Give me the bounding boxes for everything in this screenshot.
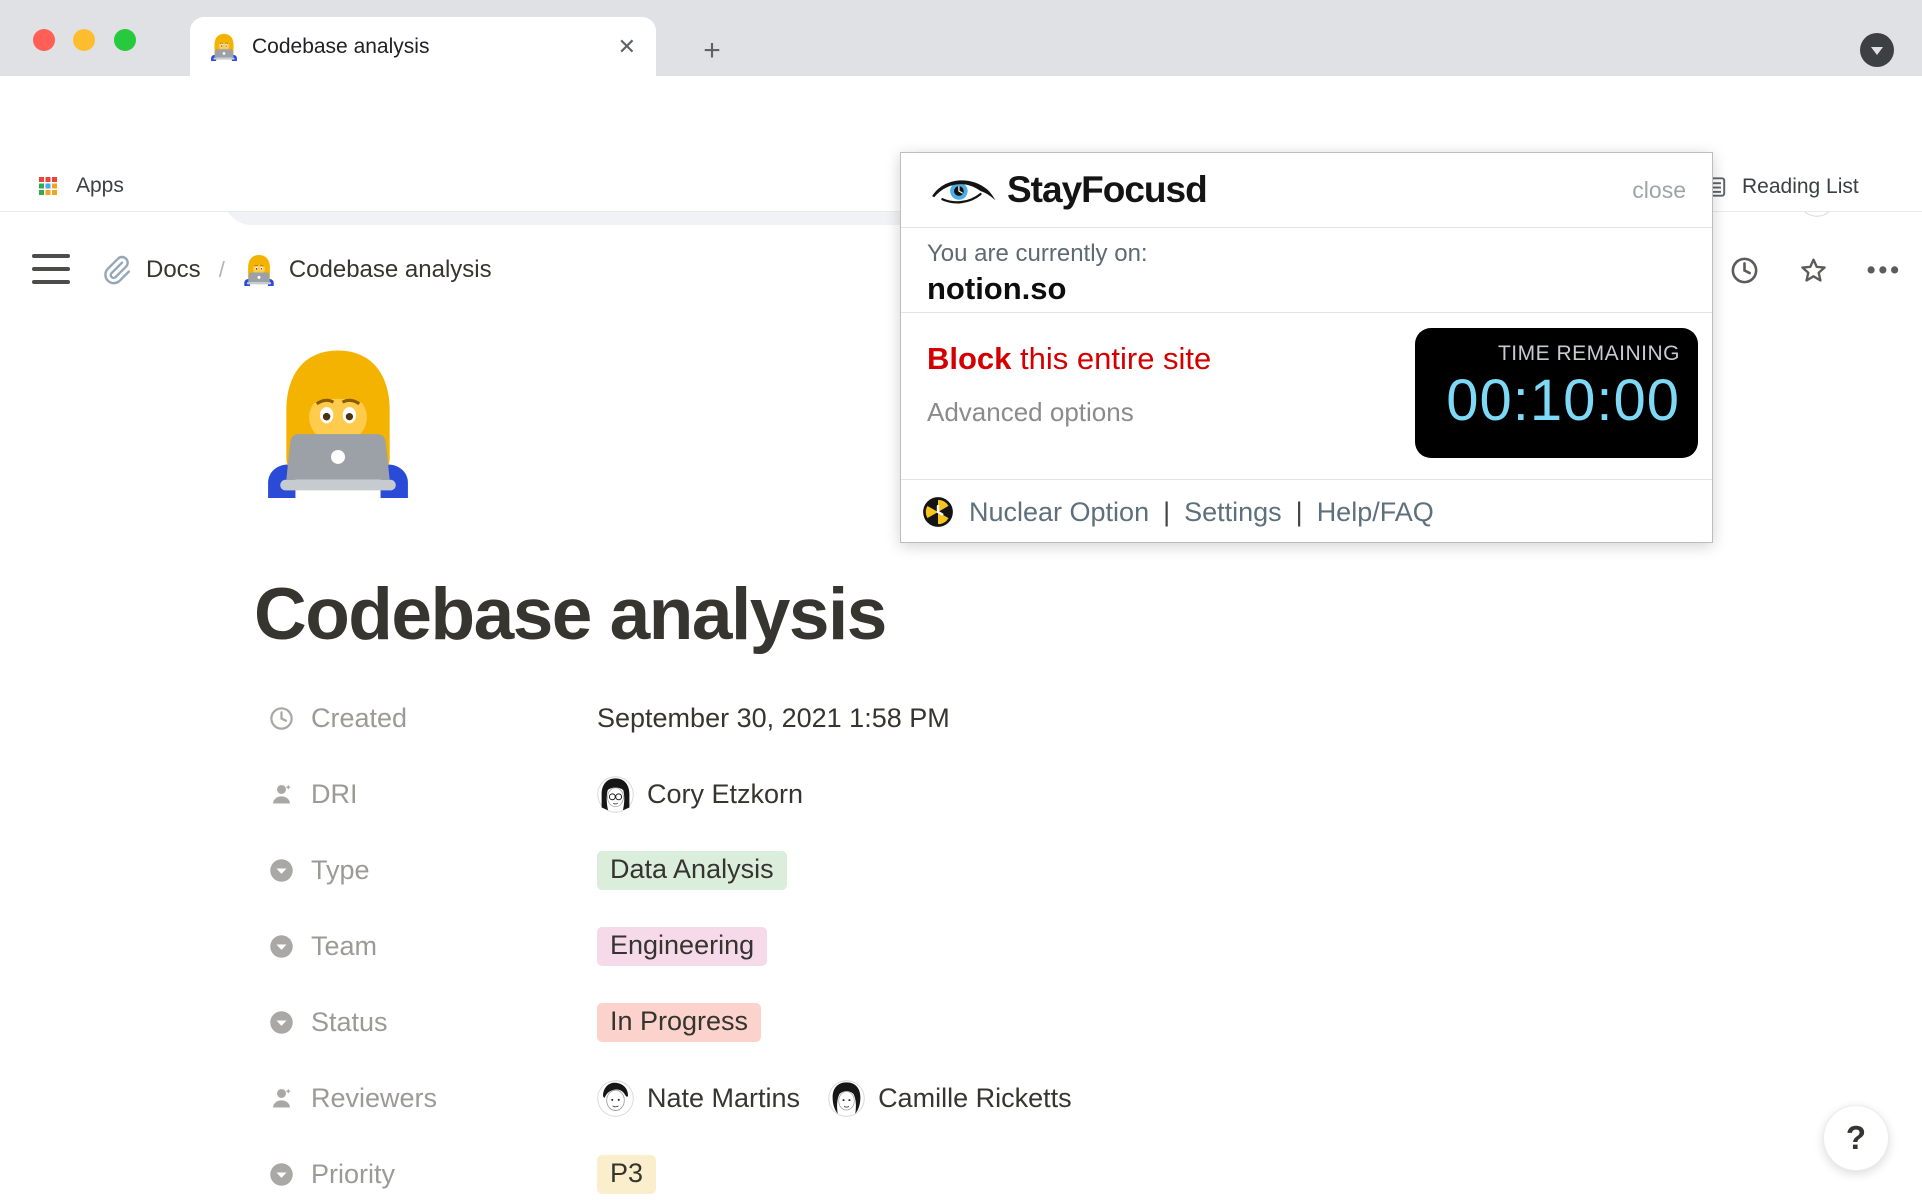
property-row-status[interactable]: Status In Progress (268, 984, 1568, 1060)
property-label[interactable]: Type (311, 855, 591, 886)
property-row-reviewers[interactable]: Reviewers Nate Martins Camille Ricketts (268, 1060, 1568, 1136)
time-remaining-box: TIME REMAINING 00:10:00 (1415, 328, 1698, 458)
person-icon (268, 781, 295, 808)
property-label[interactable]: Priority (311, 1159, 591, 1190)
traffic-light-zoom[interactable] (114, 29, 136, 51)
property-row-dri[interactable]: DRI Cory Etzkorn (268, 756, 1568, 832)
clock-icon (268, 705, 295, 732)
help-faq-link[interactable]: Help/FAQ (1317, 497, 1434, 528)
traffic-light-close[interactable] (33, 29, 55, 51)
reading-list-button[interactable]: Reading List (1702, 174, 1859, 200)
more-options-icon[interactable]: ••• (1867, 256, 1902, 285)
block-rest: this entire site (1011, 341, 1211, 376)
footer-separator: | (1163, 497, 1170, 528)
avatar-camille (828, 1080, 865, 1117)
person-name: Camille Ricketts (878, 1083, 1072, 1114)
tab-favicon-woman-technologist-icon (210, 33, 238, 61)
tab-strip: Codebase analysis ✕ + (0, 0, 1922, 76)
current-site: notion.so (927, 271, 1686, 307)
browser-window: Codebase analysis ✕ + notion.so/camacme/… (0, 0, 1922, 1204)
property-value-status[interactable]: In Progress (597, 1003, 761, 1042)
currently-on-label: You are currently on: (927, 240, 1686, 268)
nuclear-option-icon (921, 495, 955, 529)
property-value-type[interactable]: Data Analysis (597, 851, 787, 890)
time-remaining-value: 00:10:00 (1415, 366, 1680, 436)
select-icon (268, 1009, 295, 1036)
property-label[interactable]: Reviewers (311, 1083, 591, 1114)
property-value-created[interactable]: September 30, 2021 1:58 PM (597, 703, 950, 734)
property-row-team[interactable]: Team Engineering (268, 908, 1568, 984)
breadcrumb-page[interactable]: Codebase analysis (289, 256, 492, 284)
property-value-team[interactable]: Engineering (597, 927, 767, 966)
person-name: Nate Martins (647, 1083, 800, 1114)
new-tab-button[interactable]: + (694, 33, 730, 69)
popup-block-section: Block this entire site Advanced options … (901, 313, 1712, 479)
popup-site-section: You are currently on: notion.so (901, 228, 1712, 312)
block-word: Block (927, 341, 1011, 376)
property-row-created[interactable]: Created September 30, 2021 1:58 PM (268, 680, 1568, 756)
property-value-priority[interactable]: P3 (597, 1155, 656, 1194)
settings-link[interactable]: Settings (1184, 497, 1282, 528)
property-label[interactable]: Created (311, 703, 591, 734)
traffic-light-minimize[interactable] (73, 29, 95, 51)
tab-close-icon[interactable]: ✕ (618, 34, 636, 60)
footer-separator: | (1296, 497, 1303, 528)
person-name: Cory Etzkorn (647, 779, 803, 810)
property-row-priority[interactable]: Priority P3 (268, 1136, 1568, 1204)
select-icon (268, 933, 295, 960)
woman-technologist-icon (243, 254, 275, 286)
select-icon (268, 857, 295, 884)
page-emoji-woman-technologist-icon[interactable] (262, 338, 414, 506)
stayfocusd-popup: StayFocusd close You are currently on: n… (900, 152, 1713, 543)
time-remaining-label: TIME REMAINING (1415, 342, 1680, 366)
avatar-nate (597, 1080, 634, 1117)
breadcrumb-docs[interactable]: Docs (146, 256, 201, 284)
notion-topbar-actions: ••• (1729, 233, 1902, 307)
history-clock-icon[interactable] (1729, 255, 1760, 286)
page-title[interactable]: Codebase analysis (254, 566, 1354, 664)
property-value-reviewers[interactable]: Nate Martins Camille Ricketts (597, 1080, 1100, 1117)
property-label[interactable]: Team (311, 931, 591, 962)
person-icon (268, 1085, 295, 1112)
help-button[interactable]: ? (1823, 1105, 1889, 1171)
popup-header: StayFocusd close (901, 153, 1712, 227)
tag-engineering[interactable]: Engineering (597, 927, 767, 966)
person-chip[interactable]: Camille Ricketts (828, 1080, 1072, 1117)
stayfocusd-eye-logo-icon (927, 167, 999, 213)
tag-p3[interactable]: P3 (597, 1155, 656, 1194)
property-label[interactable]: DRI (311, 779, 591, 810)
property-label[interactable]: Status (311, 1007, 591, 1038)
person-chip[interactable]: Cory Etzkorn (597, 776, 803, 813)
tab-title: Codebase analysis (252, 35, 618, 59)
reading-list-label: Reading List (1742, 175, 1859, 199)
breadcrumb-separator: / (219, 257, 225, 283)
chevron-down-icon (1865, 38, 1889, 62)
apps-label: Apps (76, 174, 124, 198)
tab-search-button[interactable] (1860, 33, 1894, 67)
select-icon (268, 1161, 295, 1188)
avatar-cory (597, 776, 634, 813)
sidebar-menu-icon[interactable] (32, 254, 70, 284)
property-value-dri[interactable]: Cory Etzkorn (597, 776, 831, 813)
popup-footer: Nuclear Option | Settings | Help/FAQ (901, 480, 1712, 544)
apps-grid-icon (36, 174, 60, 198)
browser-tab[interactable]: Codebase analysis ✕ (190, 17, 656, 76)
paperclip-icon (100, 254, 132, 286)
tag-in-progress[interactable]: In Progress (597, 1003, 761, 1042)
tag-data-analysis[interactable]: Data Analysis (597, 851, 787, 890)
nuclear-option-link[interactable]: Nuclear Option (969, 497, 1149, 528)
property-row-type[interactable]: Type Data Analysis (268, 832, 1568, 908)
breadcrumb: Docs / Codebase analysis (100, 233, 492, 307)
popup-brand: StayFocusd (1007, 169, 1207, 211)
favorite-star-icon[interactable] (1798, 255, 1829, 286)
person-chip[interactable]: Nate Martins (597, 1080, 800, 1117)
popup-close-link[interactable]: close (1632, 177, 1686, 204)
apps-shortcut[interactable]: Apps (36, 174, 124, 198)
